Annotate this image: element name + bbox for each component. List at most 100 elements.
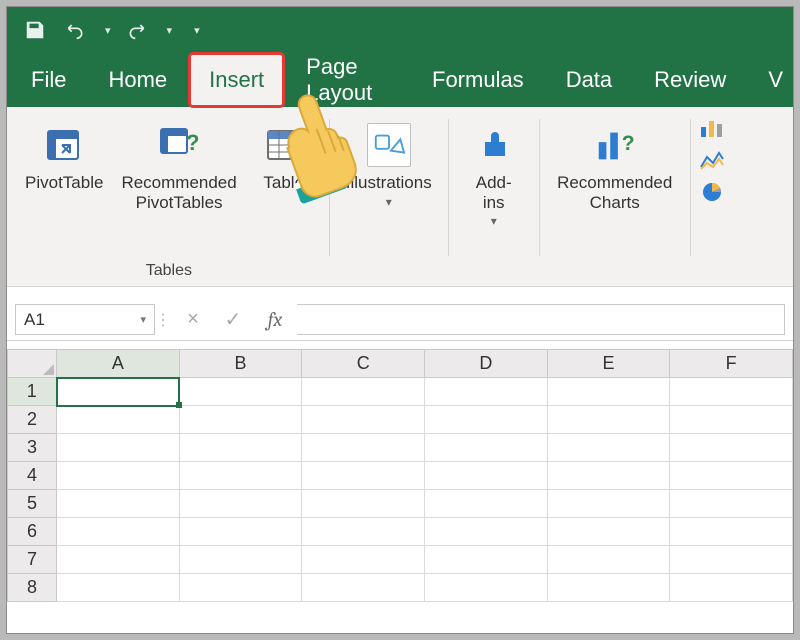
cell[interactable] [302, 546, 425, 574]
cell[interactable] [302, 406, 425, 434]
cell[interactable] [179, 462, 302, 490]
name-box-value: A1 [24, 310, 45, 330]
tab-formulas[interactable]: Formulas [412, 53, 544, 107]
cell[interactable] [57, 546, 180, 574]
cell[interactable] [179, 574, 302, 602]
cell[interactable] [547, 406, 670, 434]
cell[interactable] [670, 406, 793, 434]
name-box-caret-icon[interactable]: ▾ [140, 313, 146, 326]
cell[interactable] [670, 546, 793, 574]
row-header[interactable]: 5 [8, 490, 57, 518]
fx-icon[interactable]: fx [253, 308, 297, 331]
cell[interactable] [547, 490, 670, 518]
cell[interactable] [670, 490, 793, 518]
row-header[interactable]: 1 [8, 378, 57, 406]
row-header[interactable]: 8 [8, 574, 57, 602]
tab-review[interactable]: Review [634, 53, 746, 107]
row-header[interactable]: 3 [8, 434, 57, 462]
pivottable-button[interactable]: PivotTable [19, 117, 109, 197]
row-header[interactable]: 4 [8, 462, 57, 490]
table-icon [262, 123, 306, 167]
recommended-pivottables-button[interactable]: ? Recommended PivotTables [115, 117, 242, 216]
cell[interactable] [547, 462, 670, 490]
cell[interactable] [547, 574, 670, 602]
column-header-f[interactable]: F [670, 350, 793, 378]
ribbon-group-tables: PivotTable ? Recommended PivotTables Tab… [13, 113, 325, 286]
cell[interactable] [302, 490, 425, 518]
bar-chart-icon[interactable] [697, 115, 727, 141]
cell[interactable] [179, 406, 302, 434]
redo-icon[interactable] [123, 16, 151, 44]
column-header-b[interactable]: B [179, 350, 302, 378]
formula-input[interactable] [297, 304, 785, 335]
pie-chart-icon[interactable] [697, 179, 727, 205]
cell[interactable] [425, 406, 548, 434]
cell[interactable] [57, 574, 180, 602]
cell[interactable] [57, 518, 180, 546]
cell[interactable] [425, 378, 548, 406]
column-header-c[interactable]: C [302, 350, 425, 378]
table-button[interactable]: Table [249, 117, 319, 197]
select-all-corner[interactable] [8, 350, 57, 378]
addins-icon [472, 123, 516, 167]
cell[interactable] [302, 574, 425, 602]
ribbon: PivotTable ? Recommended PivotTables Tab… [7, 107, 793, 287]
cell[interactable] [179, 490, 302, 518]
tab-insert[interactable]: Insert [189, 53, 284, 107]
cell[interactable] [670, 518, 793, 546]
qat-customize-icon[interactable]: ▾ [194, 24, 200, 37]
redo-caret-icon[interactable]: ▾ [167, 24, 173, 37]
cell[interactable] [302, 434, 425, 462]
cell[interactable] [670, 574, 793, 602]
save-icon[interactable] [21, 16, 49, 44]
cell[interactable] [302, 378, 425, 406]
undo-caret-icon[interactable]: ▾ [105, 24, 111, 37]
cell[interactable] [425, 546, 548, 574]
recommended-charts-button[interactable]: ? Recommended Charts [550, 117, 680, 216]
tab-data[interactable]: Data [546, 53, 632, 107]
column-header-e[interactable]: E [547, 350, 670, 378]
addins-button[interactable]: Add- ins ▾ [459, 117, 529, 232]
cell[interactable] [179, 378, 302, 406]
cell[interactable] [425, 434, 548, 462]
column-header-d[interactable]: D [425, 350, 548, 378]
cell-a1[interactable] [57, 378, 180, 406]
row-header[interactable]: 2 [8, 406, 57, 434]
cell[interactable] [57, 434, 180, 462]
cell[interactable] [302, 518, 425, 546]
row-header[interactable]: 7 [8, 546, 57, 574]
cell[interactable] [425, 574, 548, 602]
tab-view-truncated[interactable]: V [748, 53, 789, 107]
tab-label: Formulas [432, 67, 524, 93]
illustrations-button[interactable]: Illustrations ▾ [340, 117, 438, 213]
cell[interactable] [425, 490, 548, 518]
tab-file[interactable]: File [11, 53, 86, 107]
undo-icon[interactable] [61, 16, 89, 44]
name-box[interactable]: A1 ▾ [15, 304, 155, 335]
cell[interactable] [179, 546, 302, 574]
worksheet-grid[interactable]: A B C D E F 1 2 3 4 5 6 7 8 [7, 349, 793, 602]
cell[interactable] [179, 434, 302, 462]
formula-bar-gripper[interactable]: ⋮ [155, 310, 173, 330]
cell[interactable] [425, 518, 548, 546]
line-chart-icon[interactable] [697, 147, 727, 173]
group-separator [690, 119, 691, 256]
cell[interactable] [547, 378, 670, 406]
tab-page-layout[interactable]: Page Layout [286, 53, 410, 107]
cell[interactable] [57, 406, 180, 434]
column-header-a[interactable]: A [57, 350, 180, 378]
cell[interactable] [547, 518, 670, 546]
cell[interactable] [670, 462, 793, 490]
cell[interactable] [547, 434, 670, 462]
cell[interactable] [547, 546, 670, 574]
tab-home[interactable]: Home [88, 53, 187, 107]
row-header[interactable]: 6 [8, 518, 57, 546]
cell[interactable] [57, 490, 180, 518]
cell[interactable] [179, 518, 302, 546]
cell[interactable] [670, 378, 793, 406]
cell[interactable] [670, 434, 793, 462]
group-label: Tables [146, 258, 192, 284]
cell[interactable] [425, 462, 548, 490]
cell[interactable] [302, 462, 425, 490]
cell[interactable] [57, 462, 180, 490]
